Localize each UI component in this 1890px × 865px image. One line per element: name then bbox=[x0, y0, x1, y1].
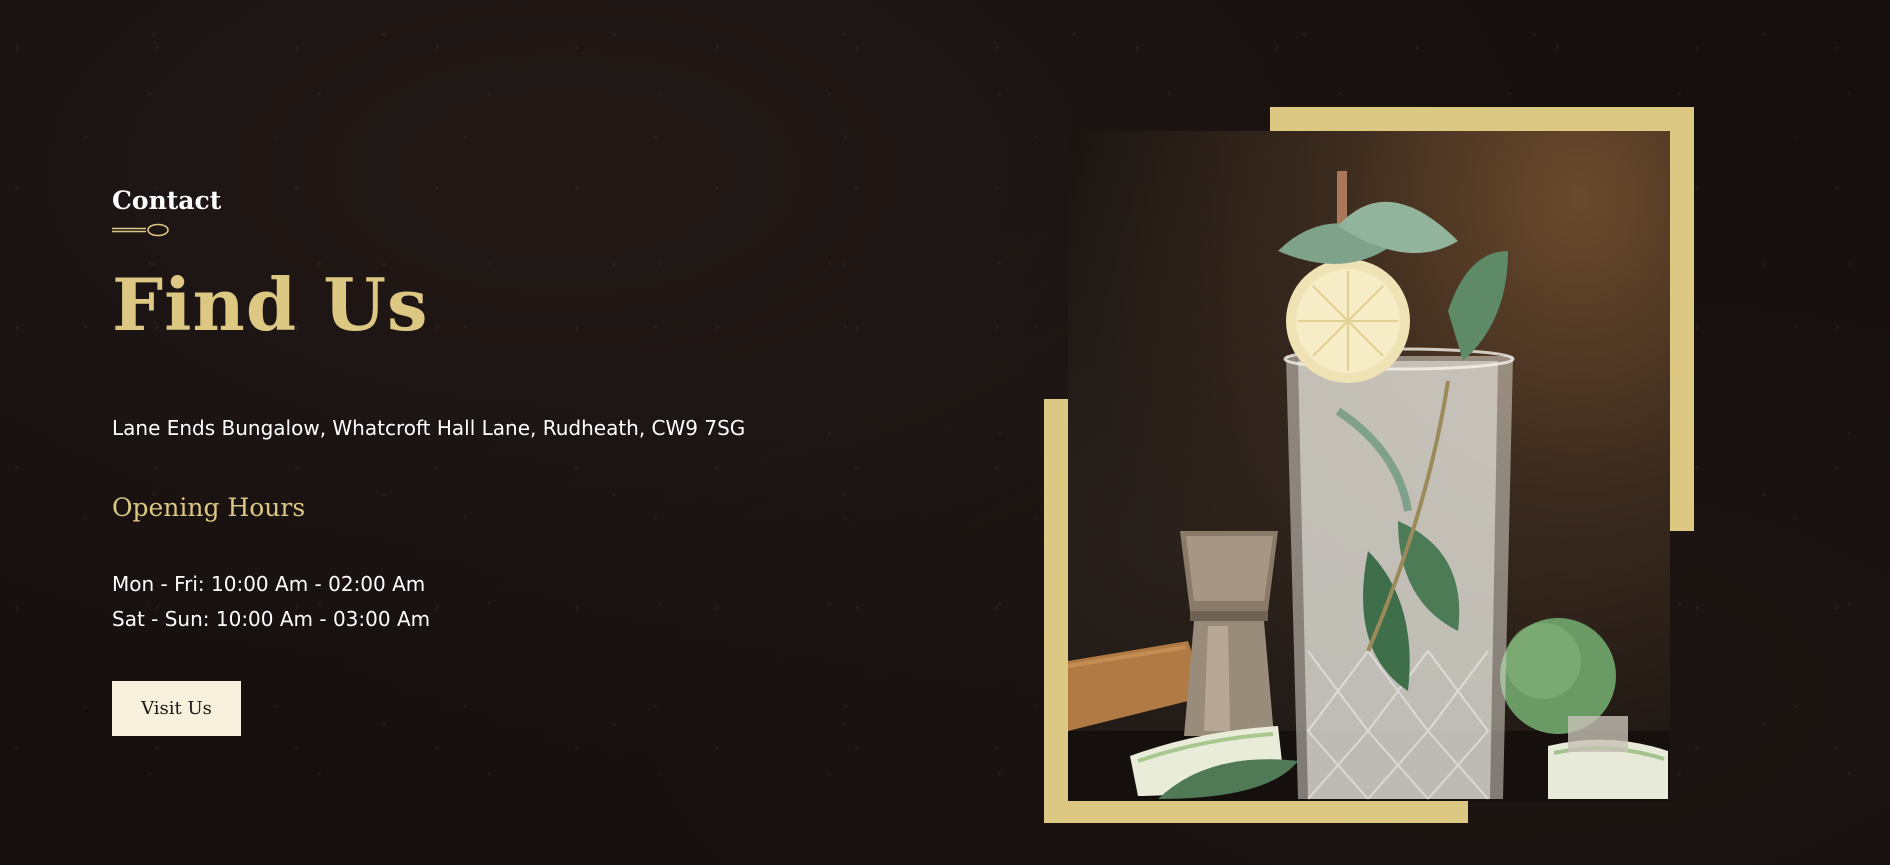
hours-weekday: Mon - Fri: 10:00 Am - 02:00 Am bbox=[112, 572, 426, 596]
page-title: Find Us bbox=[112, 262, 429, 347]
frame-accent-bottom bbox=[1044, 801, 1468, 823]
frame-accent-left bbox=[1044, 399, 1068, 823]
frame-accent-right bbox=[1670, 107, 1694, 531]
section-eyebrow: Contact bbox=[112, 186, 222, 215]
visit-us-button[interactable]: Visit Us bbox=[112, 681, 241, 736]
opening-hours-list: Mon - Fri: 10:00 Am - 02:00 Am Sat - Sun… bbox=[112, 567, 912, 637]
cocktail-illustration bbox=[1068, 171, 1670, 801]
address-text: Lane Ends Bungalow, Whatcroft Hall Lane,… bbox=[112, 416, 746, 440]
spoon-icon bbox=[112, 223, 169, 237]
cocktail-photo bbox=[1068, 131, 1670, 801]
contact-section: Contact Find Us Lane Ends Bungalow, What… bbox=[112, 186, 912, 736]
opening-hours-heading: Opening Hours bbox=[112, 493, 306, 522]
hours-weekend: Sat - Sun: 10:00 Am - 03:00 Am bbox=[112, 607, 431, 631]
frame-accent-top bbox=[1270, 107, 1694, 131]
